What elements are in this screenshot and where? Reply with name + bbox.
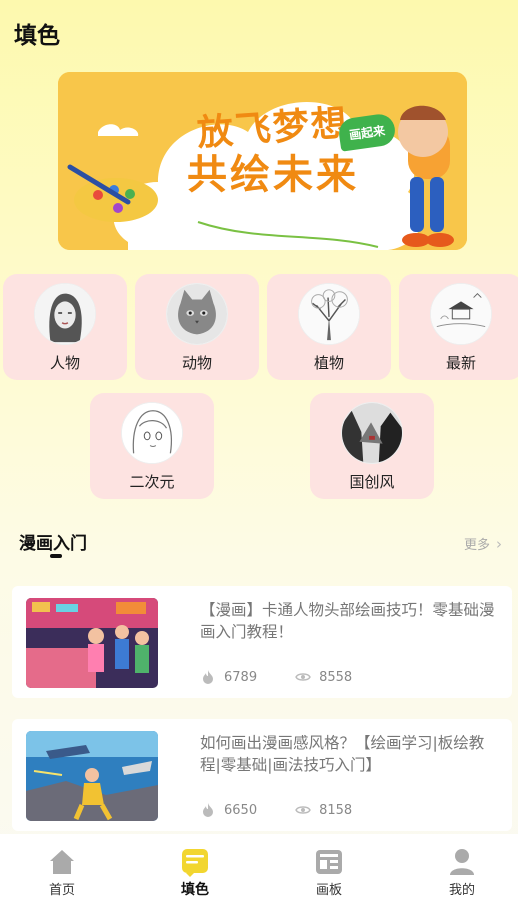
category-label: 最新 — [445, 354, 476, 372]
like-count: 6789 — [224, 669, 258, 685]
cat-sketch-icon — [166, 283, 228, 345]
promo-banner[interactable]: 放飞梦想 共绘未来 画起来 — [58, 72, 467, 250]
nav-profile[interactable]: 我的 — [422, 834, 502, 898]
nav-board[interactable]: 画板 — [289, 834, 369, 898]
section-indicator — [50, 554, 62, 558]
category-anime[interactable]: 二次元 — [90, 393, 214, 499]
ink-landscape-icon — [341, 402, 403, 464]
article-thumbnail — [26, 598, 158, 688]
view-count: 8558 — [319, 669, 353, 685]
nav-label: 画板 — [315, 883, 342, 898]
anime-girl-sketch-icon — [121, 402, 183, 464]
category-animal[interactable]: 动物 — [135, 274, 259, 380]
banner-headline-2: 共绘未来 — [187, 151, 359, 198]
category-plant[interactable]: 植物 — [267, 274, 391, 380]
nav-label: 首页 — [48, 883, 75, 898]
portrait-sketch-icon — [34, 283, 96, 345]
bottom-nav: 首页 填色 画板 我的 — [0, 834, 518, 902]
eye-icon — [295, 806, 311, 814]
user-icon — [450, 849, 474, 875]
pavilion-sketch-icon — [430, 283, 492, 345]
flame-icon — [203, 670, 213, 684]
article-card[interactable]: 【漫画】卡通人物头部绘画技巧！零基础漫画入门教程！ 6789 8558 — [12, 586, 512, 698]
chevron-right-icon: › — [496, 534, 503, 553]
more-label: 更多 — [464, 538, 491, 553]
category-portrait[interactable]: 人物 — [3, 274, 127, 380]
nav-coloring[interactable]: 填色 — [155, 834, 235, 899]
article-card[interactable]: 如何画出漫画感风格？【绘画学习|板绘教程|零基础|画法技巧入门】 6650 81… — [12, 719, 512, 831]
nav-label: 我的 — [448, 883, 475, 898]
article-title: 【漫画】卡通人物头部绘画技巧！零基础漫画入门教程！ — [200, 601, 495, 641]
category-national[interactable]: 国创风 — [310, 393, 434, 499]
article-title: 如何画出漫画感风格？【绘画学习|板绘教程|零基础|画法技巧入门】 — [200, 734, 485, 774]
section-title: 漫画入门 — [19, 534, 87, 554]
article-thumbnail — [26, 731, 158, 821]
tree-sketch-icon — [298, 283, 360, 345]
page-title: 填色 — [14, 23, 60, 49]
category-label: 二次元 — [129, 473, 175, 491]
nav-home[interactable]: 首页 — [22, 834, 102, 898]
coloring-icon — [182, 849, 208, 877]
view-count: 8158 — [319, 802, 353, 818]
category-label: 动物 — [181, 354, 212, 372]
category-latest[interactable]: 最新 — [399, 274, 518, 380]
eye-icon — [295, 673, 311, 681]
category-label: 植物 — [313, 354, 344, 372]
nav-label: 填色 — [181, 882, 209, 898]
home-icon — [50, 850, 74, 874]
flame-icon — [203, 803, 213, 817]
more-link[interactable]: 更多 › — [464, 534, 503, 554]
board-icon — [316, 850, 342, 874]
category-label: 人物 — [49, 354, 80, 372]
like-count: 6650 — [224, 802, 258, 818]
category-label: 国创风 — [349, 473, 395, 491]
